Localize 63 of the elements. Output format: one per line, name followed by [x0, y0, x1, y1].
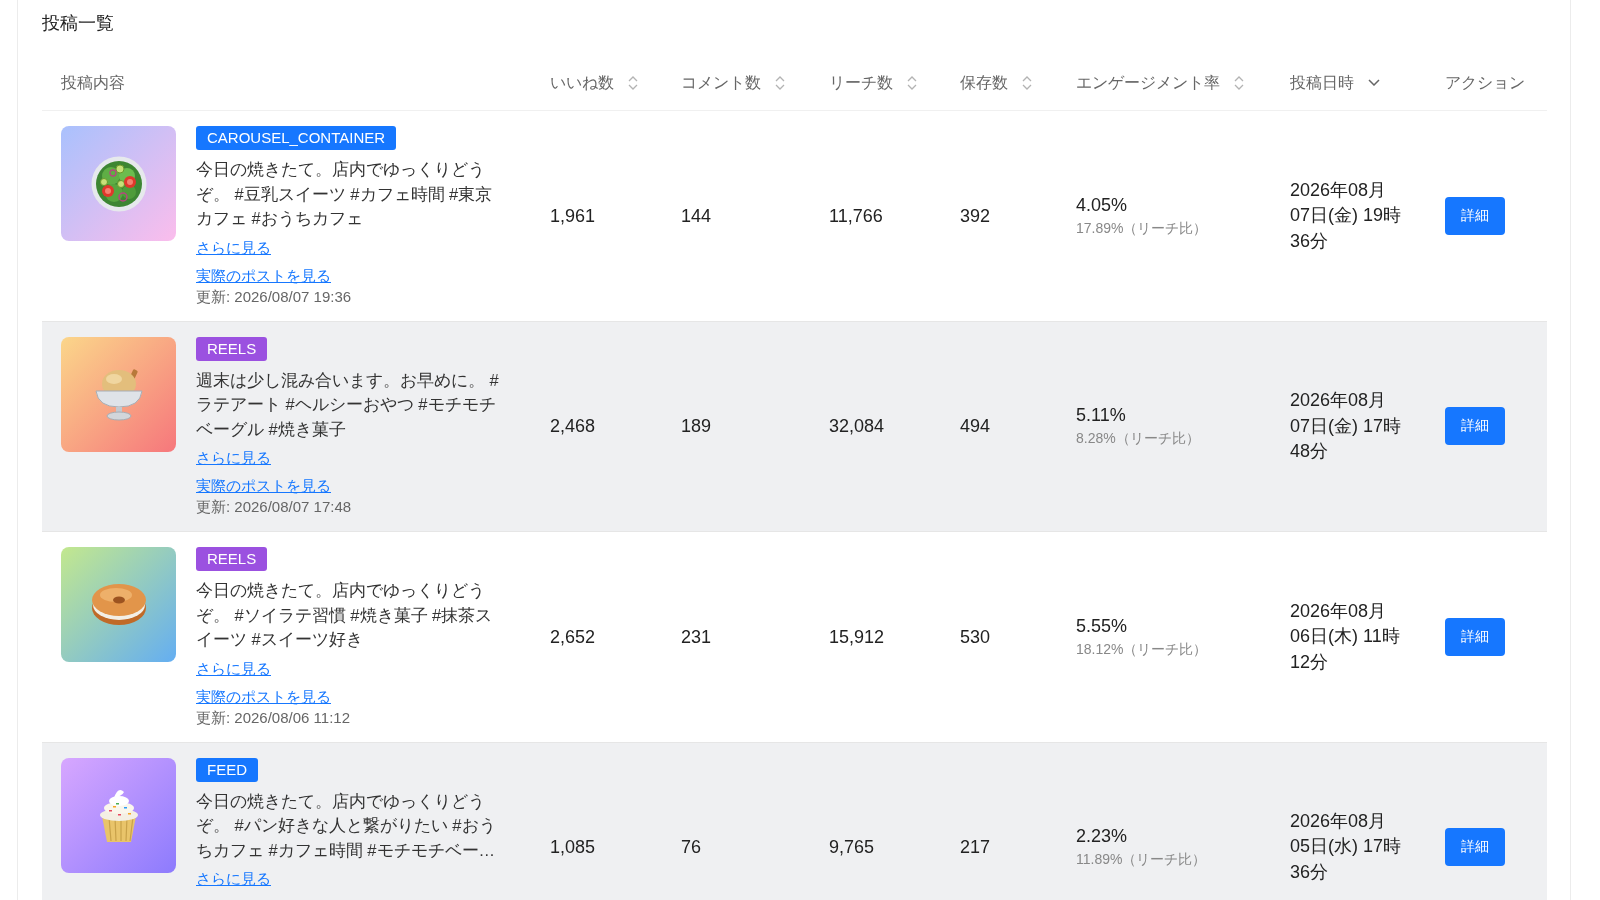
details-button[interactable]: 詳細 [1445, 196, 1505, 235]
likes-count: 1,961 [550, 205, 596, 226]
reach-ratio: 11.89%（リーチ比） [1076, 850, 1207, 869]
post-caption: 週末は少し混み合います。お早めに。 #ラテアート #ヘルシーおやつ #モチモチベーグル #焼き菓子 [196, 369, 500, 440]
cupcake-icon [98, 787, 139, 843]
column-header[interactable]: エンゲージメント率 [1076, 71, 1244, 94]
posted-date: 2026年08月07日(金) 17時48分 [1290, 389, 1403, 463]
saves-count: 392 [960, 205, 991, 226]
saves-count: 494 [960, 416, 991, 437]
see-more-link[interactable]: さらに見る [196, 447, 271, 469]
see-more-link[interactable]: さらに見る [196, 657, 271, 680]
updated-time: 更新: 2026/08/06 11:12 [196, 707, 350, 727]
reach-count: 9,765 [829, 837, 875, 857]
media-type-tag: REELS [196, 547, 268, 571]
updated-time: 更新: 2026/08/07 19:36 [196, 286, 352, 306]
section-title: 投稿一覧 [42, 12, 115, 35]
see-more-link[interactable]: さらに見る [196, 868, 271, 890]
reach-ratio: 18.12%（リーチ比） [1076, 639, 1208, 659]
reach-ratio: 8.28%（リーチ比） [1076, 429, 1200, 449]
details-button[interactable]: 詳細 [1445, 828, 1505, 866]
bagel-icon [90, 583, 147, 626]
comments-count: 189 [681, 416, 712, 437]
updated-time: 更新: 2026/08/07 17:48 [196, 497, 352, 516]
column-header[interactable]: コメント数 [681, 71, 785, 94]
column-header[interactable]: リーチ数 [829, 71, 917, 94]
see-more-link[interactable]: さらに見る [196, 236, 271, 259]
column-header[interactable]: いいね数 [550, 71, 638, 94]
engagement-rate: 2.23% [1076, 825, 1128, 847]
media-type-tag: REELS [196, 336, 268, 361]
details-button[interactable]: 詳細 [1445, 407, 1505, 446]
engagement-rate: 5.11% [1076, 404, 1126, 427]
reach-count: 11,766 [829, 205, 883, 226]
salad-icon [90, 155, 147, 212]
media-type-tag: CAROUSEL_CONTAINER [196, 126, 397, 150]
column-header[interactable]: 保存数 [960, 71, 1032, 94]
comments-count: 76 [681, 837, 702, 857]
column-header[interactable]: 投稿日時 [1290, 71, 1380, 94]
likes-count: 2,468 [550, 416, 596, 437]
reach-count: 32,084 [829, 416, 885, 437]
view-post-link[interactable]: 実際のポストを見る [196, 264, 331, 287]
column-header: アクション [1445, 72, 1525, 93]
ice-cream-cup-icon [94, 367, 143, 421]
reach-count: 15,912 [829, 626, 885, 647]
media-type-tag: FEED [196, 757, 258, 782]
details-button[interactable]: 詳細 [1445, 617, 1505, 656]
view-post-link[interactable]: 実際のポストを見る [196, 685, 331, 708]
likes-count: 1,085 [550, 837, 596, 857]
posted-date: 2026年08月06日(木) 11時12分 [1290, 599, 1401, 674]
post-caption: 今日の焼きたて。店内でゆっくりどうぞ。 #豆乳スイーツ #カフェ時間 #東京カフェ #おうちカフェ [196, 159, 494, 229]
column-header: 投稿内容 [61, 72, 125, 93]
saves-count: 217 [960, 837, 991, 857]
saves-count: 530 [960, 626, 991, 647]
view-post-link[interactable]: 実際のポストを見る [196, 475, 331, 497]
likes-count: 2,652 [550, 626, 596, 647]
comments-count: 144 [681, 205, 712, 226]
reach-ratio: 17.89%（リーチ比） [1076, 218, 1208, 238]
post-caption: 今日の焼きたて。店内でゆっくりどうぞ。 #ソイラテ習慣 #焼き菓子 #抹茶スイーツ #スイーツ好き [196, 580, 494, 650]
post-caption: 今日の焼きたて。店内でゆっくりどうぞ。 #パン好きな人と繋がりたい #おうちカフェ #カフェ時間 #モチモチベー… [196, 790, 497, 861]
posted-date: 2026年08月07日(金) 19時36分 [1290, 178, 1403, 253]
comments-count: 231 [681, 626, 712, 647]
engagement-rate: 4.05% [1076, 193, 1128, 216]
posted-date: 2026年08月05日(水) 17時36分 [1290, 809, 1403, 884]
engagement-rate: 5.55% [1076, 614, 1128, 637]
